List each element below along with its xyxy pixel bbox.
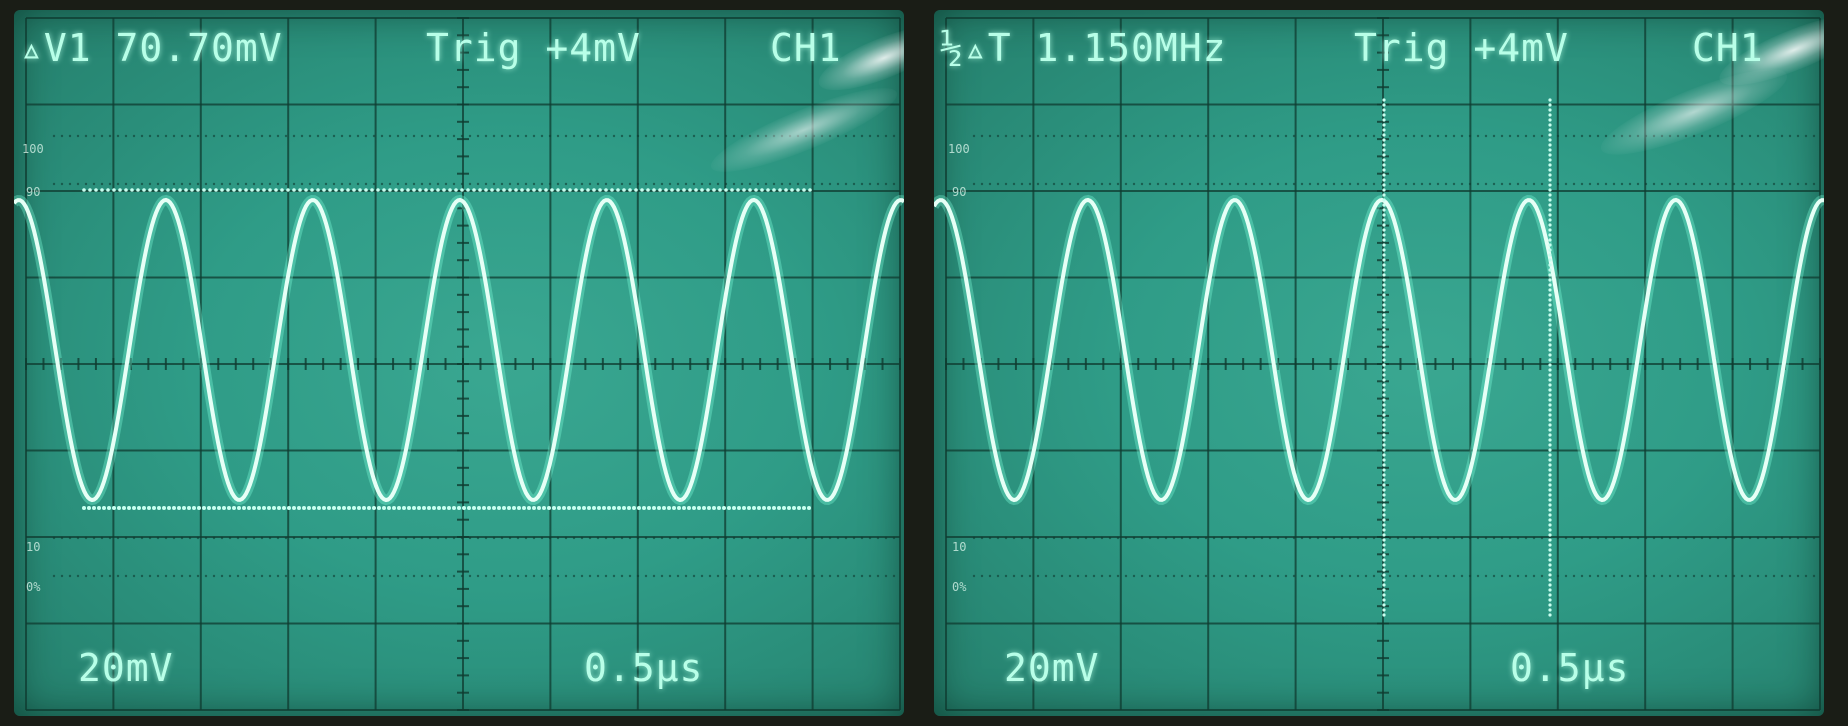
graticule-90-label: 90 xyxy=(26,185,41,199)
graticule-0-label: 0% xyxy=(26,580,41,594)
time-per-div-readout: 0.5μs xyxy=(584,646,704,690)
graticule-10-label: 10 xyxy=(26,540,41,554)
volts-per-div-readout: 20mV xyxy=(1004,646,1100,690)
graticule-0-label: 0% xyxy=(952,580,967,594)
trigger-readout: Trig +4mV xyxy=(426,26,641,70)
graticule-10-label: 10 xyxy=(952,540,967,554)
delta-t-frequency-readout: ½▵T 1.150MHz xyxy=(940,26,1227,70)
graticule-100-label: 100 xyxy=(22,142,44,156)
volts-per-div-readout: 20mV xyxy=(78,646,174,690)
waveform-left xyxy=(14,188,904,510)
trigger-readout: Trig +4mV xyxy=(1354,26,1569,70)
channel-readout: CH1 xyxy=(770,26,842,70)
oscilloscope-screen-left: ▵V1 70.70mV Trig +4mV CH1 20mV 0.5μs 100… xyxy=(14,10,904,716)
channel-readout: CH1 xyxy=(1692,26,1764,70)
time-per-div-readout: 0.5μs xyxy=(1510,646,1630,690)
oscilloscope-screen-right: ½▵T 1.150MHz Trig +4mV CH1 20mV 0.5μs 10… xyxy=(934,10,1824,716)
delta-v-readout: ▵V1 70.70mV xyxy=(20,26,283,70)
graticule-90-label: 90 xyxy=(952,185,967,199)
graticule-100-label: 100 xyxy=(948,142,970,156)
